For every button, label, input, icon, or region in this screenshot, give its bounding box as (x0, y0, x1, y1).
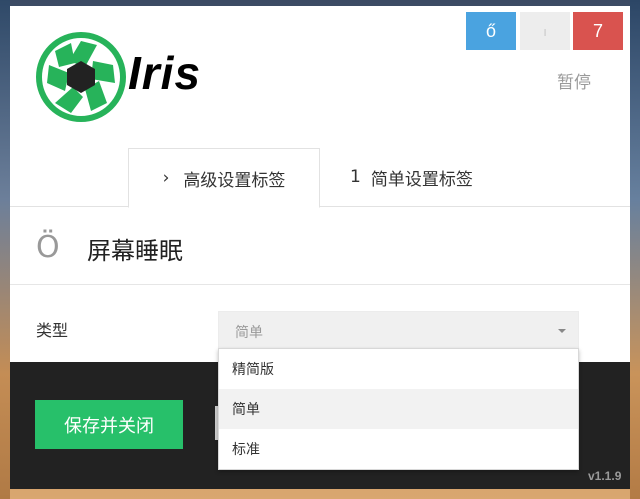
type-select-value: 简单 (235, 325, 263, 341)
dropdown-option-simple[interactable]: 简单 (219, 389, 578, 429)
app-logo-text: Iris (128, 47, 202, 99)
tab-icon: 1 (350, 167, 361, 187)
screen-sleep-icon: Ö (36, 230, 60, 265)
dropdown-option-standard[interactable]: 标准 (219, 429, 578, 469)
type-select[interactable]: 简单 (218, 311, 579, 349)
save-and-close-button[interactable]: 保存并关闭 (35, 400, 183, 449)
app-window: Iris ő ı 7 暂停 › 高级设置标签 1 简单设置标签 Ö 屏幕睡眠 类… (10, 6, 630, 489)
dropdown-option-lite[interactable]: 精简版 (219, 349, 578, 389)
top-button-2[interactable]: ı (520, 12, 570, 50)
tab-advanced-settings[interactable]: › 高级设置标签 (128, 148, 320, 208)
desktop-background-right (630, 0, 640, 499)
type-dropdown-menu: 精简版 简单 标准 (218, 348, 579, 470)
tab-label: 高级设置标签 (183, 170, 286, 191)
pause-button[interactable]: 暂停 (557, 68, 591, 93)
section-title: 屏幕睡眠 (87, 237, 183, 265)
aperture-logo-icon (36, 32, 126, 122)
section-divider (10, 284, 630, 285)
tab-label: 简单设置标签 (370, 169, 473, 190)
tab-simple-settings[interactable]: 1 简单设置标签 (350, 148, 510, 206)
top-button-3[interactable]: 7 (573, 12, 623, 50)
type-label: 类型 (36, 321, 69, 340)
caret-down-icon (558, 329, 566, 333)
tabs-divider (10, 206, 630, 207)
version-label: v1.1.9 (588, 469, 622, 483)
top-button-1[interactable]: ő (466, 12, 516, 50)
chevron-right-icon: › (162, 168, 170, 188)
desktop-background-left (0, 0, 10, 499)
